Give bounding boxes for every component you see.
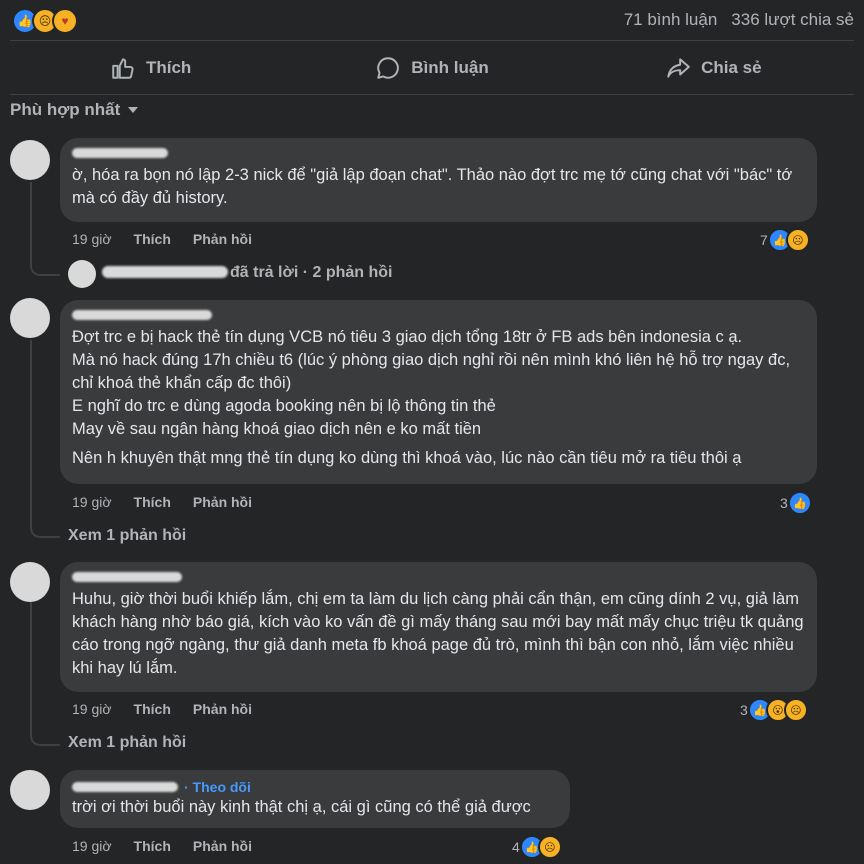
reaction-count: 3 (780, 495, 788, 511)
comment-header: · Theo dõi (72, 778, 558, 796)
like-icon: 👍 (787, 491, 812, 515)
comment-reply-link[interactable]: Phản hồi (193, 838, 252, 854)
divider (10, 40, 854, 41)
share-button[interactable]: Chia sẻ (573, 44, 854, 92)
comment-label: Bình luận (411, 58, 489, 77)
comment-text-paragraph: Nên h khuyên thật mng thẻ tín dụng ko dù… (72, 449, 742, 467)
post-stats: 71 bình luận 336 lượt chia sẻ (624, 10, 854, 30)
thread-line (30, 182, 60, 276)
post-action-bar: Thích Bình luận Chia sẻ (10, 44, 854, 92)
follow-link[interactable]: · Theo dõi (184, 779, 251, 795)
thumbs-up-icon (112, 58, 134, 79)
author-name-redacted[interactable] (72, 782, 178, 792)
avatar[interactable] (10, 770, 50, 810)
comment-text: ờ, hóa ra bọn nó lập 2-3 nick để "giả lậ… (72, 166, 793, 207)
like-label: Thích (145, 58, 192, 77)
comment-like-link[interactable]: Thích (134, 494, 171, 510)
like-button[interactable]: Thích (10, 44, 291, 92)
comment-reactions[interactable]: 3 👍 (780, 491, 812, 515)
comments-count[interactable]: 71 bình luận (624, 10, 718, 30)
comment-button[interactable]: Bình luận (291, 44, 572, 92)
reaction-count: 7 (760, 232, 768, 248)
thread-line (30, 340, 60, 538)
comment-bubble: Huhu, giờ thời buổi khiếp lắm, chị em ta… (60, 562, 817, 692)
comment-reply-link[interactable]: Phản hồi (193, 701, 252, 717)
author-name-redacted[interactable] (72, 310, 212, 320)
avatar[interactable] (10, 562, 50, 602)
comment-bubble: Đợt trc e bị hack thẻ tín dụng VCB nó ti… (60, 300, 817, 484)
avatar[interactable] (10, 298, 50, 338)
comment-bubble: · Theo dõi trời ơi thời buổi này kinh th… (60, 770, 570, 828)
comment-time[interactable]: 19 giờ (72, 231, 112, 247)
comment-reply-link[interactable]: Phản hồi (193, 494, 252, 510)
comment-meta: 19 giờ Thích Phản hồi (72, 231, 252, 247)
shares-count[interactable]: 336 lượt chia sẻ (731, 10, 854, 30)
reaction-count: 3 (740, 702, 748, 718)
author-name-redacted[interactable] (72, 572, 182, 582)
comment-like-link[interactable]: Thích (134, 701, 171, 717)
thread-line (30, 602, 60, 746)
sort-dropdown[interactable]: Phù hợp nhất (10, 100, 140, 120)
sad-icon: ☹ (785, 228, 810, 252)
comment-reactions[interactable]: 4 👍 ☹ (512, 835, 562, 859)
comment-like-link[interactable]: Thích (134, 838, 171, 854)
comment-text: trời ơi thời buổi này kinh thật chị ạ, c… (72, 798, 531, 816)
comment-time[interactable]: 19 giờ (72, 838, 112, 854)
comment-bubble: ờ, hóa ra bọn nó lập 2-3 nick để "giả lậ… (60, 138, 817, 222)
view-replies-link[interactable]: đã trả lời · 2 phản hồi (230, 264, 393, 282)
comment-meta: 19 giờ Thích Phản hồi (72, 494, 252, 510)
comment-meta: 19 giờ Thích Phản hồi (72, 838, 252, 854)
view-replies-link[interactable]: Xem 1 phản hồi (68, 527, 186, 545)
comment-reactions[interactable]: 3 👍 😮 ☹ (740, 698, 808, 722)
comment-text: Huhu, giờ thời buổi khiếp lắm, chị em ta… (72, 590, 804, 677)
comment-icon (377, 57, 400, 79)
author-name-redacted[interactable] (72, 148, 168, 158)
comment-time[interactable]: 19 giờ (72, 701, 112, 717)
sort-label: Phù hợp nhất (10, 100, 121, 119)
avatar[interactable] (10, 140, 50, 180)
comment-reply-link[interactable]: Phản hồi (193, 231, 252, 247)
reaction-count: 4 (512, 839, 520, 855)
comment-reactions[interactable]: 7 👍 ☹ (760, 228, 810, 252)
share-icon (667, 58, 690, 78)
caret-down-icon (128, 107, 139, 113)
share-label: Chia sẻ (701, 58, 762, 77)
reply-author-redacted (102, 266, 228, 278)
divider (10, 94, 854, 95)
sad-icon: ☹ (783, 698, 808, 722)
post-reactions[interactable]: 👍 ☹ ♥ (12, 8, 78, 34)
reply-avatar (68, 260, 96, 288)
comment-meta: 19 giờ Thích Phản hồi (72, 701, 252, 717)
comment-like-link[interactable]: Thích (134, 231, 171, 247)
sad-icon: ☹ (537, 835, 562, 859)
view-replies-link[interactable]: Xem 1 phản hồi (68, 734, 186, 752)
comment-text: Đợt trc e bị hack thẻ tín dụng VCB nó ti… (72, 328, 791, 438)
care-icon: ♥ (52, 8, 78, 34)
comment-time[interactable]: 19 giờ (72, 494, 112, 510)
